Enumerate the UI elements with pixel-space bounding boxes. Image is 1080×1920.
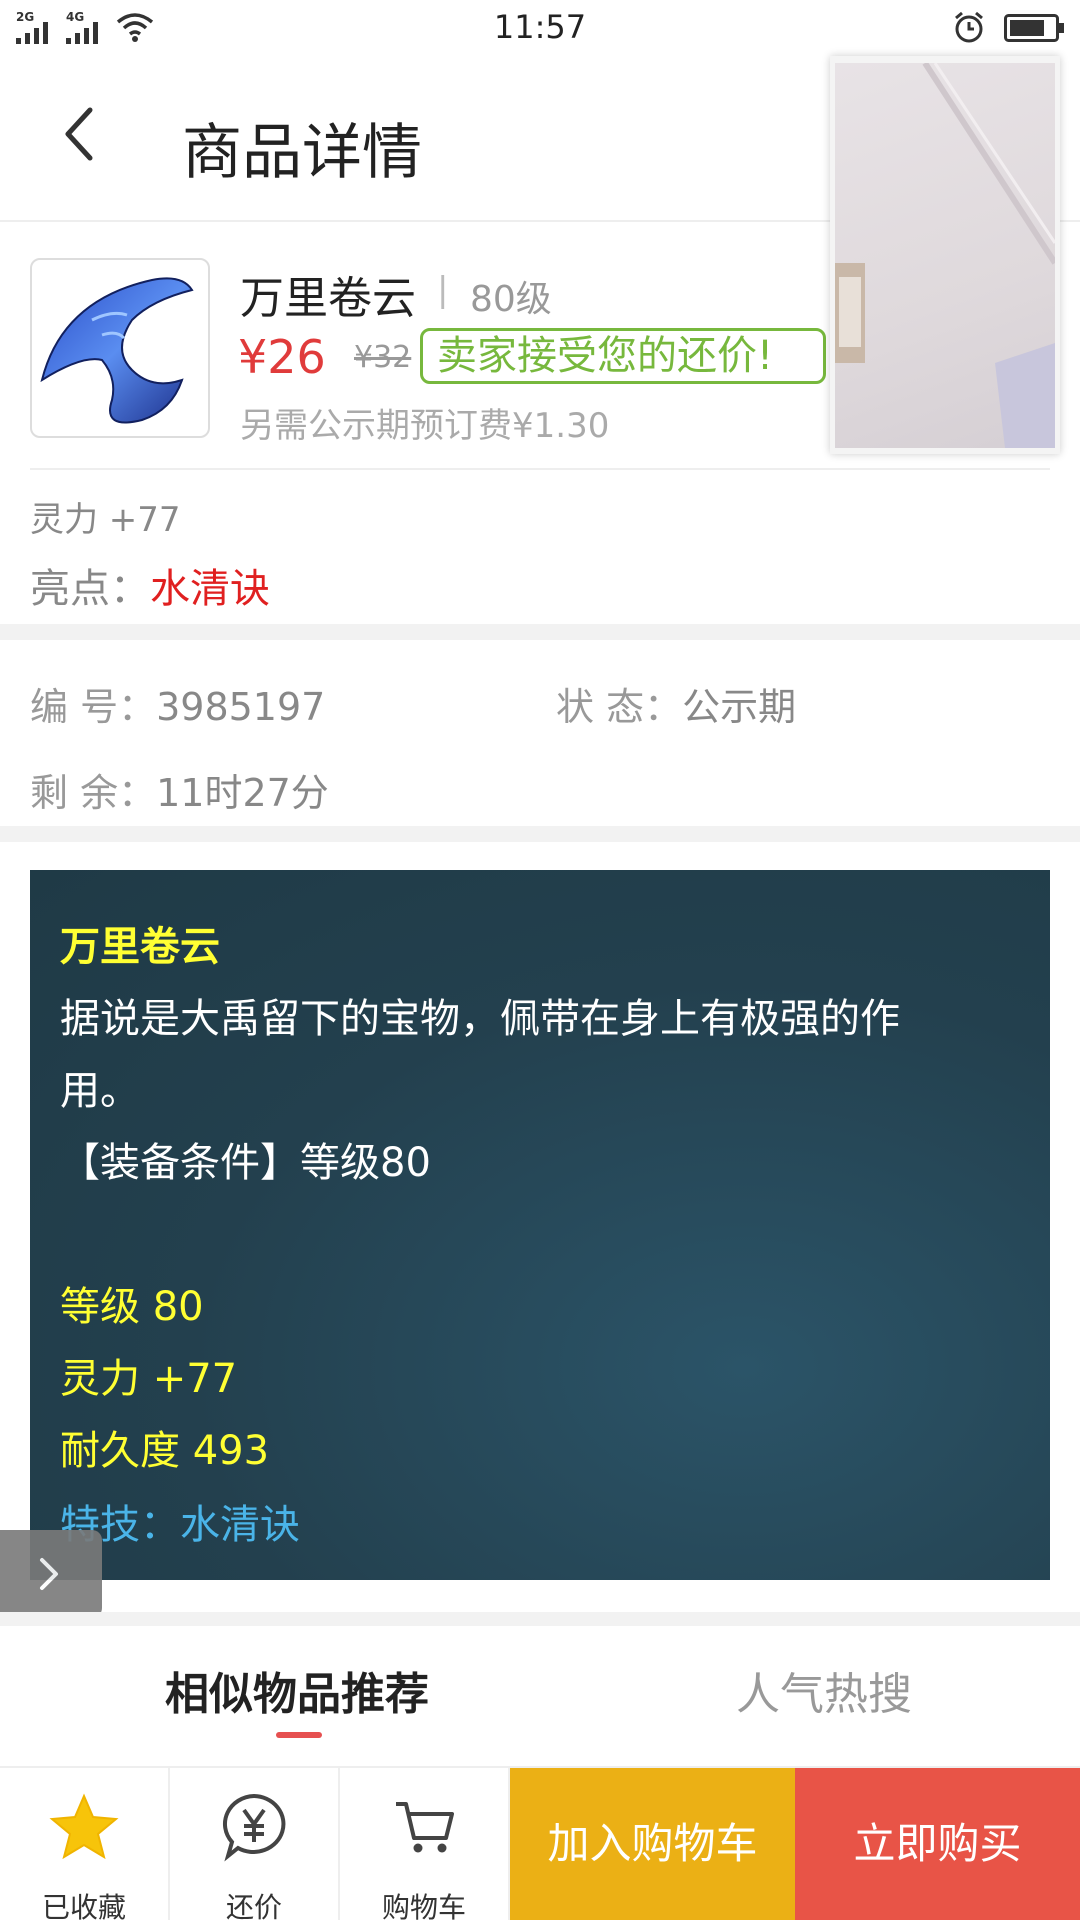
info-remain-row: 剩 余：11时27分 [30,762,329,817]
product-attribute: 灵力 +77 [30,500,181,540]
counter-offer-button[interactable]: 还价 [170,1768,340,1920]
active-tab-indicator [276,1732,322,1738]
info-status-row: 状 态：公示期 [556,676,796,731]
desc-stat-durability: 耐久度 493 [60,1428,270,1474]
counter-offer-label: 还价 [225,1891,282,1920]
desc-requirement: 【装备条件】等级80 [60,1140,431,1186]
extra-fee-note: 另需公示期预订费¥1.30 [240,406,610,446]
tab-popular-searches[interactable]: 人气热搜 [736,1658,912,1722]
status-time: 11:57 [493,8,587,46]
cart-icon [396,1802,454,1853]
favorite-label: 已收藏 [41,1891,126,1920]
id-label: 编 号： [30,685,157,729]
id-value: 3985197 [156,685,326,729]
battery-icon [1004,14,1064,42]
yen-bubble-icon [223,1793,286,1862]
desc-stat-spirit: 灵力 +77 [60,1356,238,1402]
chevron-right-icon [40,1558,58,1590]
info-id-row: 编 号：3985197 [30,676,325,731]
cart-label: 购物车 [381,1891,466,1920]
desc-text-line-2: 用。 [60,1068,140,1114]
product-thumbnail[interactable] [30,258,210,438]
section-separator [0,624,1080,640]
original-price: ¥32 [354,340,412,375]
chevron-left-icon[interactable] [56,102,104,166]
status-value: 公示期 [682,685,797,729]
remain-value: 11时27分 [156,771,329,815]
name-level-separator: | [437,270,449,310]
desc-title: 万里卷云 [60,924,220,970]
camera-scene-graphic [835,63,1055,448]
favorite-button[interactable]: 已收藏 [0,1768,170,1920]
product-highlight: 亮点：水清诀 [30,556,270,614]
add-to-cart-button[interactable]: 加入购物车 [510,1768,795,1920]
side-drawer-handle[interactable] [0,1530,102,1618]
remain-label: 剩 余： [30,771,157,815]
highlight-label: 亮点： [30,566,150,612]
counter-offer-accepted-badge: 卖家接受您的还价! [420,328,826,384]
star-icon [49,1793,119,1860]
product-price: ¥26 [238,330,326,384]
desc-text-line-1: 据说是大禹留下的宝物，佩带在身上有极强的作 [60,996,900,1042]
highlight-value: 水清诀 [150,566,270,612]
divider [30,468,1050,470]
camera-preview-image [835,63,1055,448]
desc-stat-level: 等级 80 [60,1284,204,1330]
ribbon-item-icon [40,277,194,424]
cart-button[interactable]: 购物车 [340,1768,510,1920]
section-separator-2 [0,826,1080,842]
tab-similar-items[interactable]: 相似物品推荐 [165,1658,429,1722]
product-name: 万里卷云 [240,273,416,324]
product-level: 80级 [470,279,552,320]
status-label: 状 态： [556,685,683,729]
section-separator-3 [0,1612,1080,1626]
buy-now-button[interactable]: 立即购买 [795,1768,1080,1920]
alarm-icon [955,11,983,43]
page-title: 商品详情 [182,118,422,188]
